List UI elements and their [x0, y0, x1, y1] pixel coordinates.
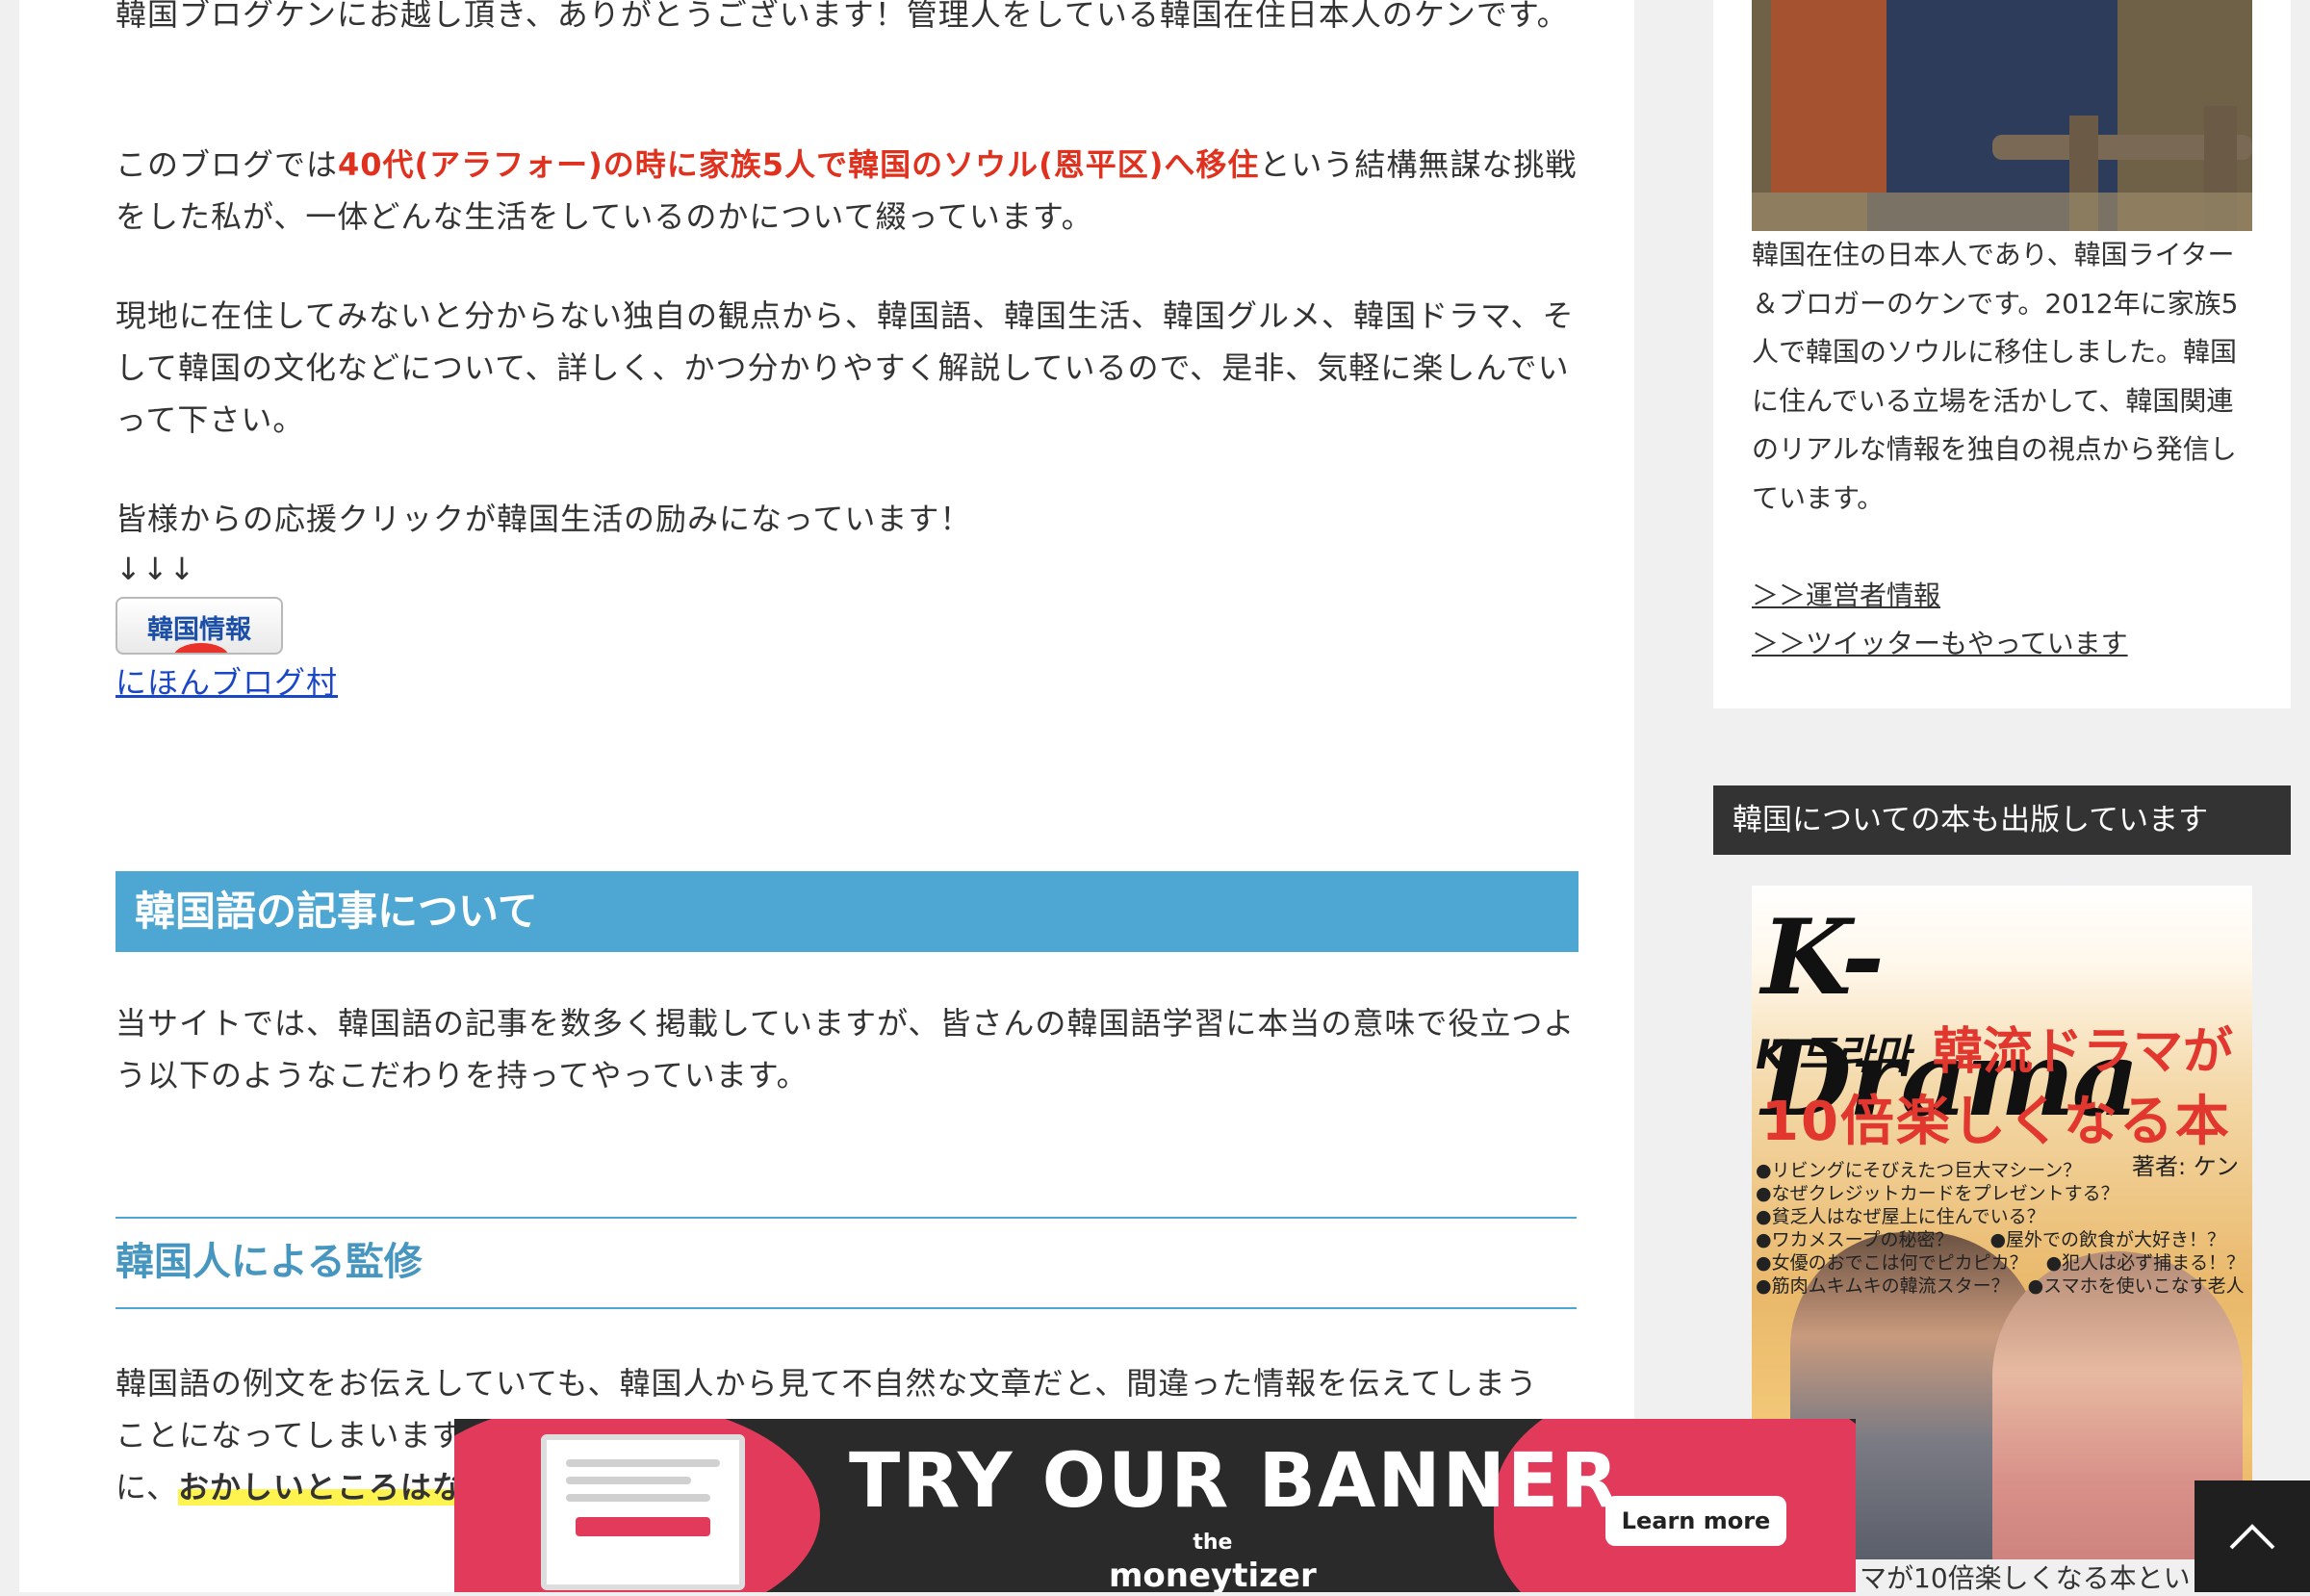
intro-paragraph-move: このブログでは40代(アラフォー)の時に家族5人で韓国のソウル(恩平区)へ移住と…	[116, 139, 1578, 243]
operator-info-link[interactable]: ＞＞運営者情報	[1752, 572, 1940, 621]
book-bullet: ●筋肉ムキムキの韓流スター？ ●スマホを使いこなす老人	[1756, 1275, 2245, 1297]
monitor-button	[576, 1517, 710, 1536]
book-bullet: ●なぜクレジットカードをプレゼントする？	[1756, 1183, 2119, 1204]
monitor-icon	[541, 1434, 745, 1590]
ad-banner[interactable]: TRY OUR BANNER the moneytizer Learn more	[454, 1419, 1856, 1592]
ad-brand-logo: the moneytizer	[1109, 1527, 1317, 1592]
section-intro: 当サイトでは、韓国語の記事を数多く掲載していますが、皆さんの韓国語学習に本当の意…	[116, 1005, 1576, 1094]
main-content: 韓国ブログケンにお越し頂き、ありがとうございます！管理人をしている韓国在住日本人…	[19, 0, 1634, 1592]
banner-label: 韓国情報	[147, 615, 251, 645]
profile-photo-illustration	[1752, 0, 2252, 231]
blog-ranking-banner[interactable]: 韓国情報	[116, 597, 283, 655]
intro-greeting: 韓国ブログケンにお越し頂き、ありがとうございます！管理人をしている韓国在住日本人…	[116, 0, 1569, 33]
profile-description: 韓国在住の日本人であり、韓国ライター＆ブロガーのケンです。2012年に家族5人で…	[1752, 239, 2239, 514]
arrow-indicators: ↓↓↓	[116, 551, 196, 587]
monitor-line	[566, 1477, 691, 1484]
subsection-heading: 韓国人による監修	[116, 1217, 1577, 1309]
learn-more-button[interactable]: Learn more	[1605, 1496, 1786, 1546]
intro-emphasis: 40代(アラフォー)の時に家族5人で韓国のソウル(恩平区)へ移住	[338, 146, 1260, 183]
supervision-text: に、	[116, 1469, 179, 1506]
ad-brand-line-2: moneytizer	[1109, 1557, 1317, 1592]
intro-text: このブログでは	[116, 146, 339, 183]
intro-paragraph-topics: 現地に在住してみないと分からない独自の観点から、韓国語、韓国生活、韓国グルメ、韓…	[116, 297, 1575, 438]
profile-photo	[1752, 0, 2252, 231]
ad-headline: TRY OUR BANNER	[849, 1438, 1621, 1525]
book-bullet: ●女優のおでこは何でピカピカ？ ●犯人は必ず捕まる！？	[1756, 1252, 2246, 1274]
scroll-to-top-button[interactable]	[2194, 1480, 2310, 1592]
monitor-line	[566, 1494, 710, 1502]
section-heading: 韓国語の記事について	[116, 871, 1578, 952]
book-bullet: ●貧乏人はなぜ屋上に住んでいる？	[1756, 1206, 2045, 1227]
book-bullet: ●ワカメスープの秘密？ ●屋外での飲食が大好き！？	[1756, 1229, 2226, 1250]
twitter-link[interactable]: ＞＞ツイッターもやっています	[1752, 620, 2128, 669]
supervision-line-1: 韓国語の例文をお伝えしていても、韓国人から見て不自然な文章だと、間違った情報を伝…	[116, 1365, 1538, 1402]
book-title-jp-1: 韓流ドラマが	[1933, 1023, 2234, 1081]
book-title-jp-2: 10倍楽しくなる本	[1761, 1091, 2231, 1153]
book-bullet: ●リビングにそびえたつ巨大マシーン？	[1756, 1160, 2082, 1181]
book-title-kr: K-드라마	[1756, 1031, 1911, 1078]
support-request: 皆様からの応援クリックが韓国生活の励みになっています！	[116, 501, 972, 537]
ranking-link[interactable]: にほんブログ村	[116, 656, 338, 708]
chevron-up-icon	[2229, 1524, 2275, 1550]
highlight-text: おかしいところはな	[178, 1469, 465, 1506]
book-widget-title: 韓国についての本も出版しています	[1713, 785, 2291, 855]
monitor-line	[566, 1459, 720, 1467]
book-caption: マが10倍楽しくなる本とい	[1860, 1562, 2191, 1594]
ad-brand-line-1: the	[1193, 1531, 1233, 1555]
book-author: 著者: ケン	[2132, 1153, 2239, 1180]
